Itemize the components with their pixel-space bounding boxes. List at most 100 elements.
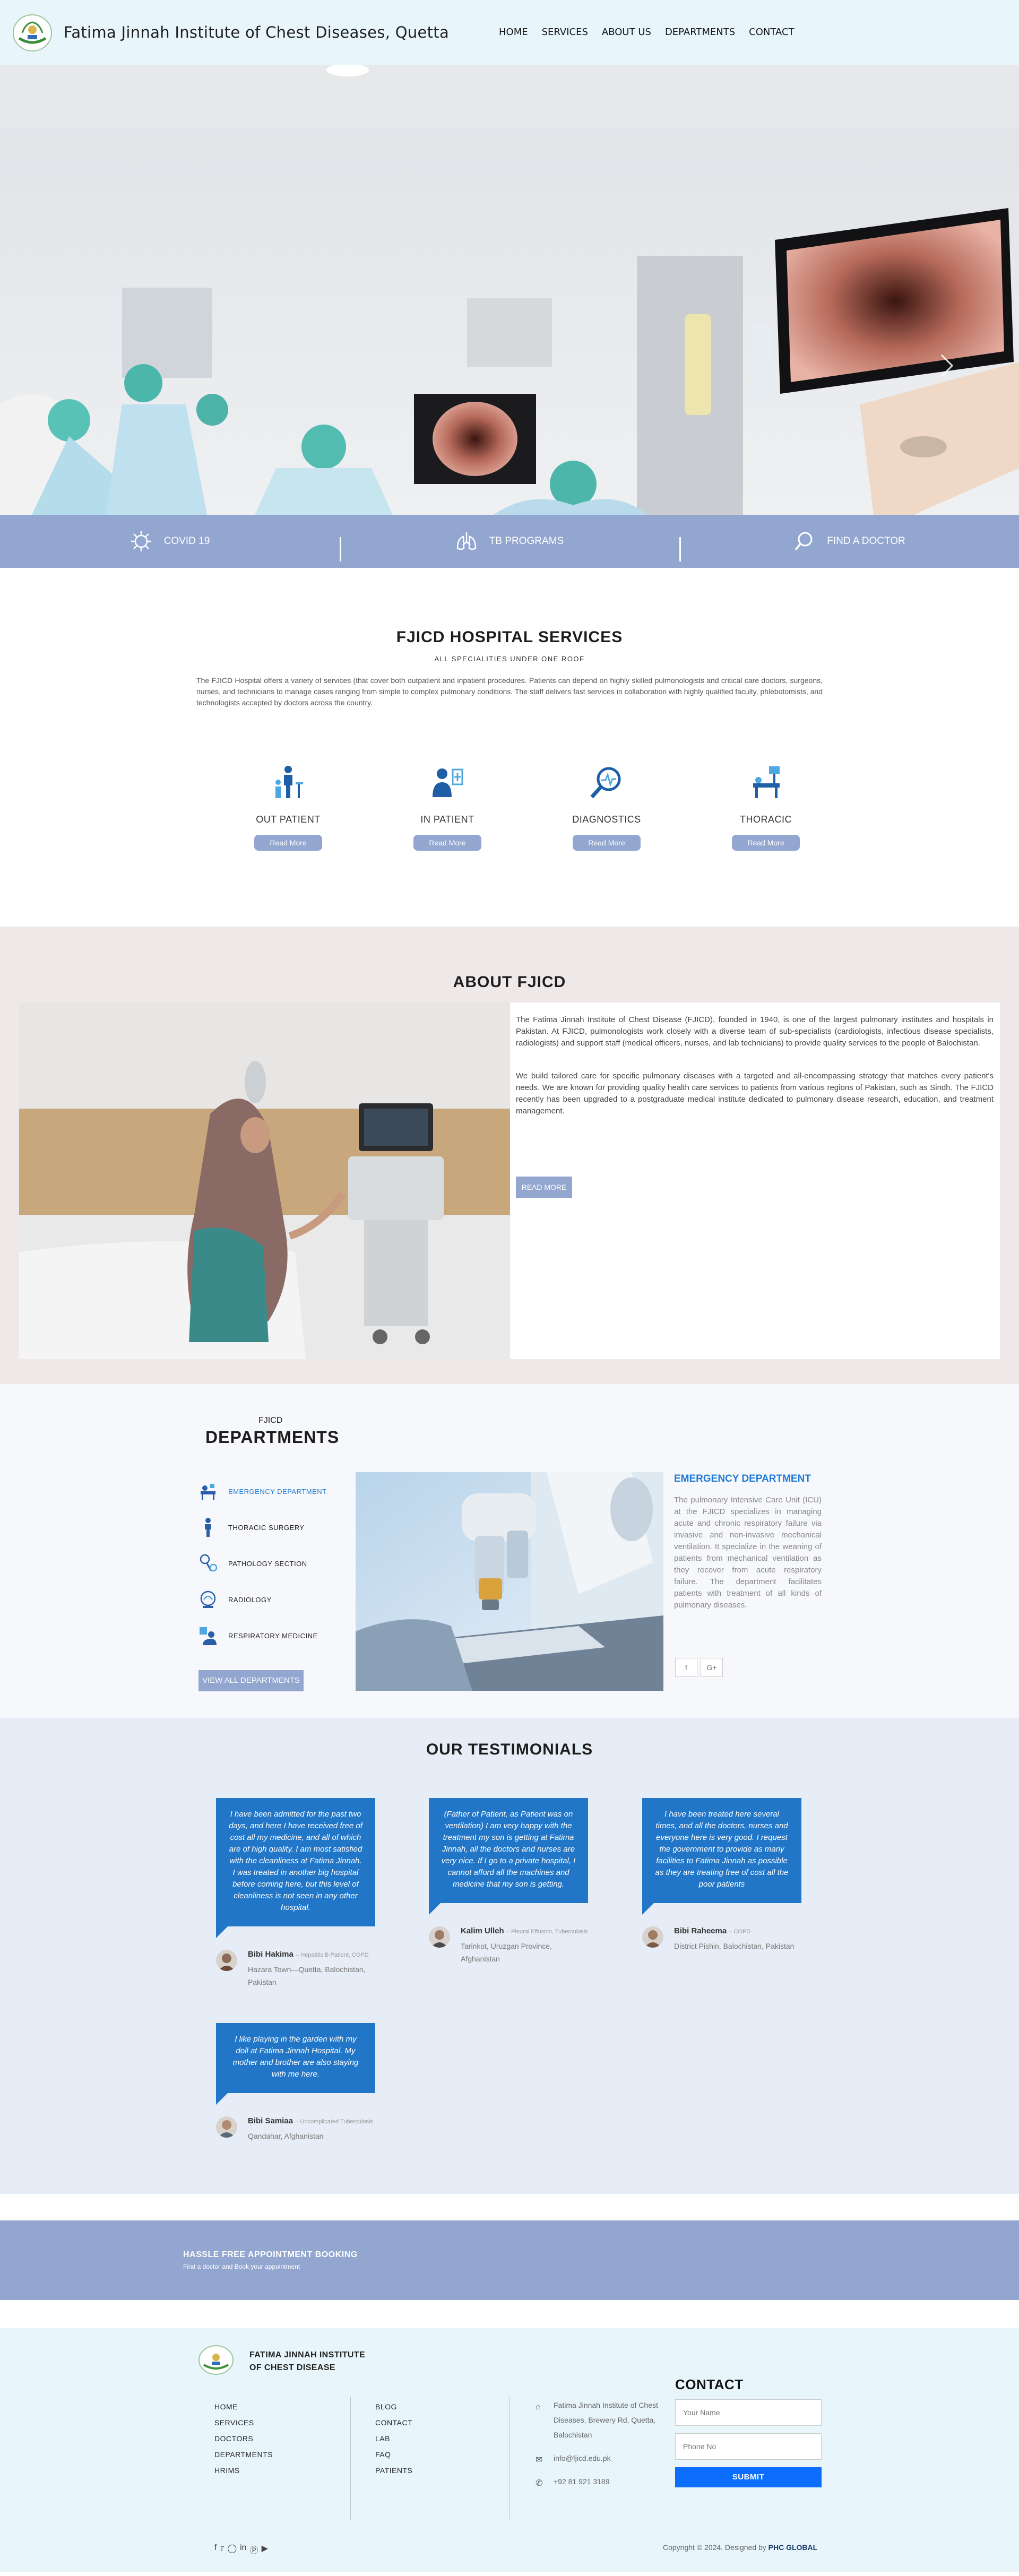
author-location: District Pishin, Balochistan, Pakistan [674,1942,795,1950]
footer-link-patients[interactable]: PATIENTS [375,2462,412,2478]
footer-phone[interactable]: ✆ +92 81 921 3189 [534,2474,672,2489]
department-detail-text: The pulmonary Intensive Care Unit (ICU) … [674,1496,822,1610]
name-input[interactable] [675,2399,822,2426]
footer-link-departments[interactable]: DEPARTMENTS [214,2447,273,2462]
footer-email[interactable]: ✉ info@fjicd.edu.pk [534,2451,672,2466]
about-read-more-button[interactable]: READ MORE [516,1177,572,1198]
author-location: Hazara Town—Quetta, Balochistan, Pakista… [248,1965,366,1986]
department-detail-title: EMERGENCY DEPARTMENT [674,1473,811,1484]
footer-link-services[interactable]: SERVICES [214,2415,273,2431]
site-title: Fatima Jinnah Institute of Chest Disease… [64,23,450,41]
nav-services[interactable]: SERVICES [542,27,588,38]
quick-link-label: COVID 19 [163,535,210,547]
banner-subtitle: Find a doctor and Book your appointment [183,2263,300,2270]
department-share: f G+ [675,1658,723,1677]
contact-form-title: CONTACT [675,2376,744,2392]
avatar [216,2116,237,2138]
footer-link-home[interactable]: HOME [214,2399,273,2415]
author-location: Qandahar, Afghanistan [248,2132,324,2140]
linkedin-icon[interactable]: in [240,2543,246,2556]
department-item-emergency[interactable]: EMERGENCY DEPARTMENT [197,1473,341,1509]
quick-links-bar: COVID 19 TB PROGRAMS FIND A DOCTOR [0,515,1019,568]
testimonial-quote: I have been treated here several times, … [642,1798,801,1915]
nav-about-us[interactable]: ABOUT US [602,27,651,38]
search-icon [795,532,813,551]
read-more-button[interactable]: Read More [573,835,641,851]
footer-org-name-line1: FATIMA JINNAH INSTITUTE [249,2350,366,2359]
department-label: PATHOLOGY SECTION [228,1559,307,1568]
designer-link[interactable]: PHC GLOBAL [768,2543,818,2552]
about-title: ABOUT FJICD [453,973,566,991]
footer-link-lab[interactable]: LAB [375,2431,412,2447]
envelope-icon: ✉ [536,2456,543,2465]
department-label: RESPIRATORY MEDICINE [228,1631,318,1640]
read-more-button[interactable]: Read More [732,835,800,851]
nav-departments[interactable]: DEPARTMENTS [665,27,735,38]
department-list: EMERGENCY DEPARTMENT THORACIC SURGERY PA… [197,1473,341,1654]
department-item-pathology[interactable]: PATHOLOGY SECTION [197,1545,341,1581]
footer-link-doctors[interactable]: DOCTORS [214,2431,273,2447]
spacer [0,2300,1019,2328]
service-card-diagnostics: DIAGNOSTICS Read More [527,762,686,851]
about-photo [19,1002,510,1359]
google-plus-icon[interactable]: G+ [701,1658,723,1677]
testimonial-author: Kalim Ulleh – Pleural Effusion, Tubercul… [429,1926,588,1965]
footer-link-blog[interactable]: BLOG [375,2399,412,2415]
contact-form: CONTACT SUBMIT [675,2376,822,2487]
phone-input[interactable] [675,2433,822,2460]
testimonial-quote: I like playing in the garden with my dol… [216,2023,375,2105]
nav-contact[interactable]: CONTACT [749,27,794,38]
footer-logo[interactable] [197,2345,235,2375]
nav-home[interactable]: HOME [499,27,528,38]
appointment-banner: HASSLE FREE APPOINTMENT BOOKING Find a d… [0,2220,1019,2300]
department-label: THORACIC SURGERY [228,1523,305,1532]
home-icon: ⌂ [536,2402,541,2411]
about-paragraph-1: The Fatima Jinnah Institute of Chest Dis… [516,1015,994,1048]
service-card-inpatient: IN PATIENT Read More [368,762,527,851]
read-more-button[interactable]: Read More [254,835,322,851]
footer-links-secondary: BLOG CONTACT LAB FAQ PATIENTS [375,2399,412,2478]
quick-link-tb-programs[interactable]: TB PROGRAMS [340,515,679,568]
copyright: Copyright © 2024. Designed by PHC GLOBAL [663,2543,817,2552]
facebook-icon[interactable]: f [214,2543,217,2556]
author-role: COPD [733,1929,751,1935]
respiratory-icon [200,1627,217,1645]
quick-link-find-doctor[interactable]: FIND A DOCTOR [679,515,1019,568]
phone-text: +92 81 921 3189 [554,2477,610,2486]
logo[interactable] [12,14,53,52]
department-item-respiratory[interactable]: RESPIRATORY MEDICINE [197,1618,341,1654]
instagram-icon[interactable]: ◯ [227,2543,237,2556]
department-item-thoracic-surgery[interactable]: THORACIC SURGERY [197,1509,341,1545]
footer-link-contact[interactable]: CONTACT [375,2415,412,2431]
departments-title: DEPARTMENTS [205,1428,340,1447]
read-more-button[interactable]: Read More [413,835,481,851]
email-text: info@fjicd.edu.pk [554,2454,611,2462]
departments-section: FJICD DEPARTMENTS EMERGENCY DEPARTMENT T… [0,1384,1019,1718]
main-nav: HOME SERVICES ABOUT US DEPARTMENTS CONTA… [499,27,795,38]
radiology-icon [200,1590,216,1608]
footer-link-faq[interactable]: FAQ [375,2447,412,2462]
pinterest-icon[interactable]: Ⓟ [250,2543,258,2556]
department-item-radiology[interactable]: RADIOLOGY [197,1581,341,1618]
surgery-icon [205,1518,211,1537]
footer-org-name: FATIMA JINNAH INSTITUTE OF CHEST DISEASE [249,2349,365,2374]
quick-link-covid[interactable]: COVID 19 [0,515,340,568]
avatar [216,1950,237,1971]
view-all-departments-button[interactable]: VIEW ALL DEPARTMENTS [198,1670,304,1691]
footer-social-links: f 𝕣 ◯ in Ⓟ ▶ [214,2543,268,2556]
avatar [429,1926,450,1948]
youtube-icon[interactable]: ▶ [262,2543,268,2556]
testimonial-quote: (Father of Patient, as Patient was on ve… [429,1798,588,1915]
service-card-thoracic: THORACIC Read More [686,762,845,851]
address-text: Fatima Jinnah Institute of Chest Disease… [554,2401,658,2439]
footer-link-hrims[interactable]: HRIMS [214,2462,273,2478]
facebook-icon[interactable]: f [675,1658,697,1677]
author-role: Pleural Effusion, Tuberculosis [511,1929,588,1935]
outpatient-icon [275,766,303,798]
submit-button[interactable]: SUBMIT [675,2467,822,2487]
testimonial-quote: I have been admitted for the past two da… [216,1798,375,1938]
twitter-icon[interactable]: 𝕣 [220,2543,224,2556]
copyright-text: Copyright © 2024. Designed by [663,2543,766,2552]
quick-link-label: FIND A DOCTOR [827,535,905,547]
service-label: OUT PATIENT [256,814,321,825]
